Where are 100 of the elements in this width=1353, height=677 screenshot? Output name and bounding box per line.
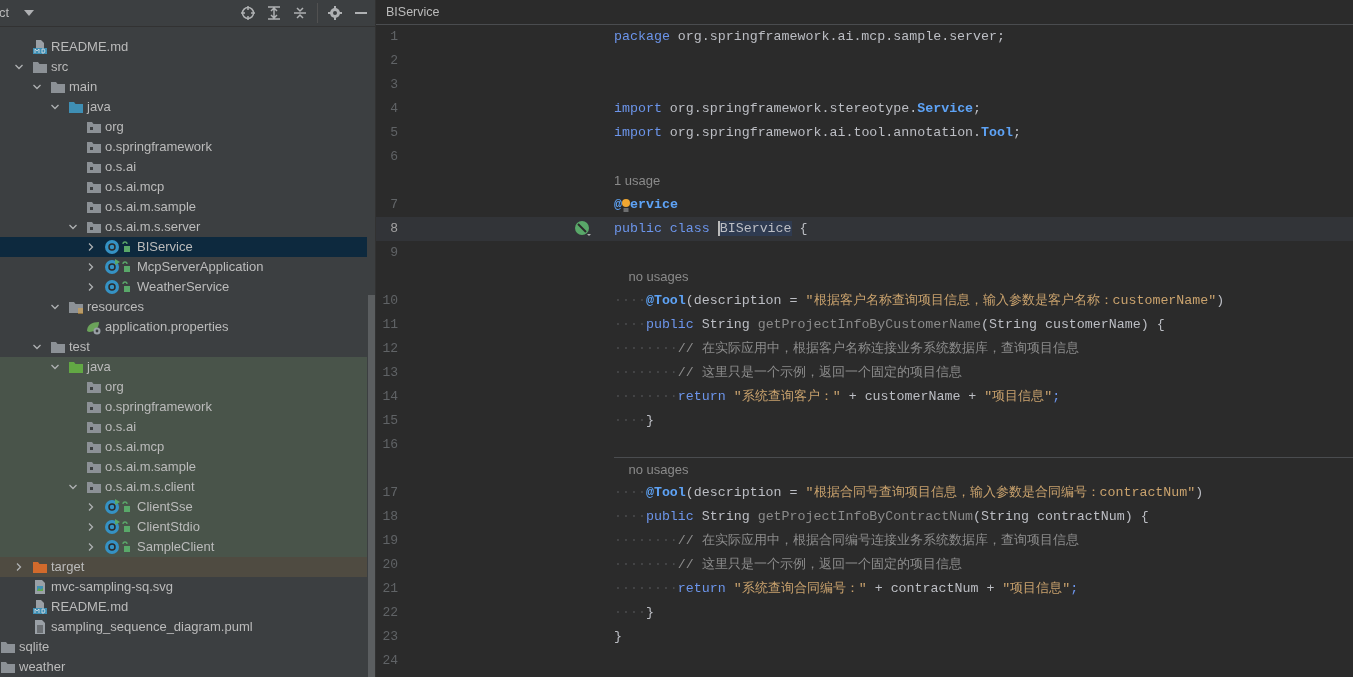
- code-line: ····public String getProjectInfoByCustomerName(String customerName) {: [614, 316, 1165, 335]
- package-icon: [86, 379, 102, 395]
- line-number: 8: [389, 220, 398, 239]
- item-label: o.s.ai: [105, 158, 137, 177]
- line-number: 5: [389, 124, 398, 143]
- chevron-right-icon[interactable]: [14, 562, 24, 572]
- item-label: org: [105, 118, 124, 137]
- tree-item[interactable]: o.springframework: [0, 137, 367, 157]
- tree-item[interactable]: o.s.ai.m.s.client: [0, 477, 367, 497]
- tree-item[interactable]: o.s.ai.m.s.server: [0, 217, 367, 237]
- line-number: 22: [381, 604, 398, 623]
- line-number: 20: [381, 556, 398, 575]
- tree-item[interactable]: target: [0, 557, 367, 577]
- usage-hint[interactable]: no usages: [614, 459, 689, 480]
- usage-hint[interactable]: no usages: [614, 267, 689, 287]
- tree-item[interactable]: test: [0, 337, 367, 357]
- package-icon: [86, 199, 102, 215]
- line-number: 17: [381, 484, 398, 503]
- item-label: test: [69, 338, 90, 357]
- tree-item[interactable]: README.md: [0, 597, 367, 617]
- item-label: BIService: [137, 238, 193, 257]
- tree-item[interactable]: README.md: [0, 37, 367, 57]
- code-line: ····public String getProjectInfoByContractNum(String contractNum) {: [614, 508, 1149, 527]
- tree-item[interactable]: org: [0, 377, 367, 397]
- tree-item[interactable]: sqlite: [0, 637, 367, 657]
- tree-item[interactable]: ClientSse: [0, 497, 367, 517]
- chevron-down-icon[interactable]: [50, 302, 60, 312]
- image-file-icon: [32, 579, 48, 595]
- item-label: McpServerApplication: [137, 258, 264, 277]
- tree-item[interactable]: SampleClient: [0, 537, 367, 557]
- tree-item[interactable]: WeatherService: [0, 277, 367, 297]
- tree-item[interactable]: java: [0, 97, 367, 117]
- item-label: resources: [87, 298, 145, 317]
- code-line: ········// 在实际应用中，根据客户名称连接业务系统数据库，查询项目信息: [614, 340, 1079, 359]
- line-number: 19: [381, 532, 398, 551]
- panel-title[interactable]: ct: [0, 3, 10, 23]
- bean-icon[interactable]: [574, 220, 592, 238]
- item-label: main: [69, 78, 98, 97]
- line-number: 18: [381, 508, 398, 527]
- tree-item[interactable]: o.s.ai.m.sample: [0, 457, 367, 477]
- line-number: 2: [389, 52, 398, 71]
- tree-item[interactable]: weather: [0, 657, 367, 677]
- tree-item[interactable]: sampling_sequence_diagram.puml: [0, 617, 367, 637]
- tree-item[interactable]: ClientStdio: [0, 517, 367, 537]
- dropdown-caret-icon[interactable]: [24, 10, 35, 16]
- item-label: o.springframework: [105, 398, 212, 417]
- code-line: import org.springframework.stereotype.Service;: [614, 100, 982, 119]
- tree-item[interactable]: java: [0, 357, 367, 377]
- tree-item[interactable]: o.springframework: [0, 397, 367, 417]
- tree-item[interactable]: main: [0, 77, 367, 97]
- tree-item[interactable]: BIService: [0, 237, 367, 257]
- code-line: ····@Tool(description = "根据合同号查询项目信息，输入参数是合同编号：contractNum"): [614, 484, 1204, 503]
- tree-item[interactable]: o.s.ai.m.sample: [0, 197, 367, 217]
- code-line: ····@Tool(description = "根据客户名称查询项目信息，输入参数是客户名称：customerName"): [614, 292, 1225, 311]
- tree-item[interactable]: o.s.ai.mcp: [0, 177, 367, 197]
- code-line: ········return "系统查询客户：" + customerName + "项目信息";: [614, 388, 1061, 407]
- tree-item[interactable]: application.properties: [0, 317, 367, 337]
- code-line: import org.springframework.ai.tool.annotation.Tool;: [614, 124, 1021, 143]
- tree-item[interactable]: resources: [0, 297, 367, 317]
- scrollbar[interactable]: [368, 295, 375, 677]
- line-number: 9: [389, 244, 398, 263]
- editor-tab[interactable]: BIService: [386, 2, 440, 22]
- item-label: weather: [19, 658, 66, 677]
- item-label: o.s.ai.mcp: [105, 438, 165, 457]
- line-number: 4: [389, 100, 398, 119]
- item-label: o.s.ai.mcp: [105, 178, 165, 197]
- code-line: package org.springframework.ai.mcp.sample.server;: [614, 28, 1005, 47]
- lightbulb-icon[interactable]: [622, 197, 630, 213]
- item-label: application.properties: [105, 318, 229, 337]
- tree-item[interactable]: o.s.ai: [0, 417, 367, 437]
- item-label: SampleClient: [137, 538, 215, 557]
- line-number: 21: [381, 580, 398, 599]
- code-line: ····}: [614, 412, 654, 431]
- item-label: ClientStdio: [137, 518, 200, 537]
- tree-item[interactable]: o.s.ai: [0, 157, 367, 177]
- tree-item[interactable]: src: [0, 57, 367, 77]
- markdown-file-icon: [32, 39, 48, 55]
- folder-icon: [0, 659, 16, 675]
- tree-item[interactable]: mvc-sampling-sq.svg: [0, 577, 367, 597]
- line-number: 12: [381, 340, 398, 359]
- usage-hint[interactable]: 1 usage: [614, 171, 661, 191]
- leaf-file-icon: [86, 319, 102, 335]
- tree-item[interactable]: org: [0, 117, 367, 137]
- line-number: 3: [389, 76, 398, 95]
- tree-item[interactable]: McpServerApplication: [0, 257, 367, 277]
- package-icon: [86, 119, 102, 135]
- line-number: 24: [381, 652, 398, 671]
- line-number: 11: [381, 316, 398, 335]
- line-number: 1: [389, 28, 398, 47]
- folder-icon: [32, 59, 48, 75]
- code-line: }: [614, 628, 622, 647]
- folder-icon: [32, 559, 48, 575]
- item-label: target: [51, 558, 85, 577]
- chevron-down-icon[interactable]: [68, 482, 78, 492]
- line-number: 14: [381, 388, 398, 407]
- chevron-down-icon[interactable]: [68, 222, 78, 232]
- markdown-file-icon: [32, 599, 48, 615]
- item-label: o.springframework: [105, 138, 212, 157]
- item-label: o.s.ai.m.s.server: [105, 218, 201, 237]
- tree-item[interactable]: o.s.ai.mcp: [0, 437, 367, 457]
